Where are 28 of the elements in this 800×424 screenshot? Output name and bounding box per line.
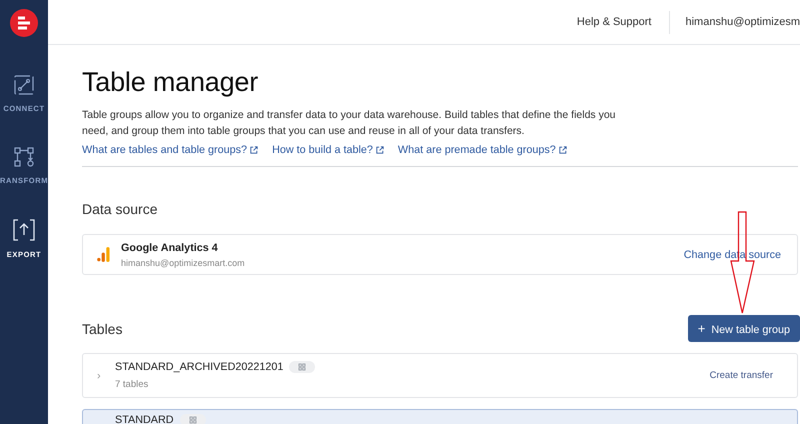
grid-badge-icon (180, 414, 206, 424)
external-link-icon (558, 146, 567, 154)
new-table-group-button[interactable]: + New table group (688, 315, 800, 342)
help-link[interactable]: How to build a table? (272, 144, 384, 156)
source-name: Google Analytics 4 (121, 242, 219, 254)
section-heading: Data source (82, 201, 158, 217)
page-description: Table groups allow you to organize and transfer data to your data warehouse. Build tables that define the fields you need, and group them into table groups that you can use and reuse in all of your data transfers. (82, 108, 617, 139)
logo-icon[interactable] (10, 9, 38, 37)
create-transfer-link[interactable]: Create transfer (710, 370, 773, 381)
connect-icon[interactable] (14, 75, 34, 95)
source-account: himanshu@optimizesmart.com (121, 258, 246, 268)
help-link[interactable]: What are premade table groups? (398, 144, 567, 156)
table-group-row[interactable]: STANDARD (82, 409, 798, 424)
user-menu[interactable]: himanshu@optimizesm (686, 16, 800, 28)
flow-icon[interactable] (14, 147, 34, 167)
table-group-name: STANDARD (115, 414, 174, 424)
external-link-icon (250, 146, 258, 154)
section-heading: Tables (82, 320, 122, 336)
help-link[interactable]: Help & Support (576, 16, 652, 28)
table-group-row[interactable]: › STANDARD_ARCHIVED20221201 7 tables Create transfer (82, 353, 798, 398)
external-link-icon (376, 146, 384, 154)
grid-badge-icon (289, 361, 316, 373)
export-icon[interactable] (13, 219, 35, 241)
table-count: 7 tables (115, 379, 150, 390)
help-link[interactable]: What are tables and table groups? (82, 144, 258, 156)
table-group-name: STANDARD_ARCHIVED20221201 (115, 361, 284, 373)
page-title: Table manager (82, 67, 260, 98)
analytics-logo-icon (97, 247, 110, 262)
